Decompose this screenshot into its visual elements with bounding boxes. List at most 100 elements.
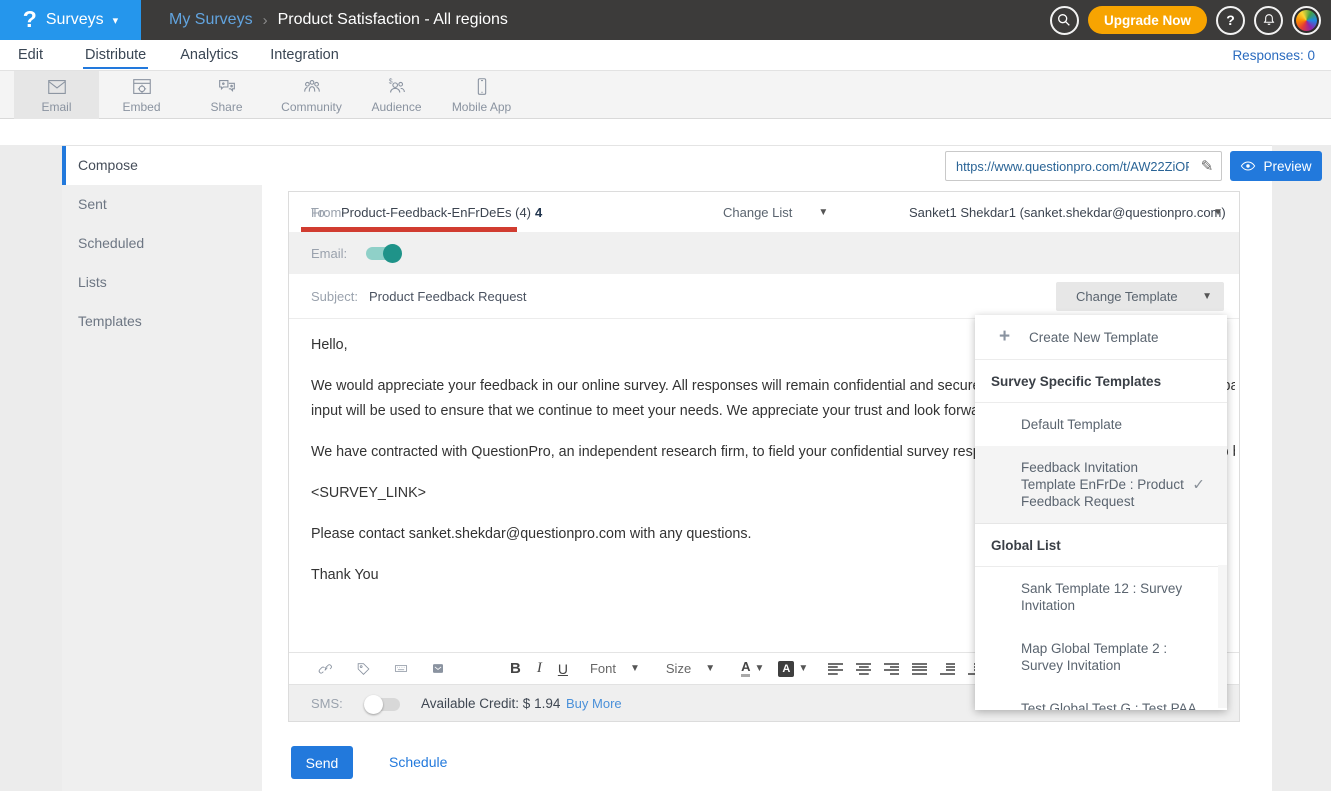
bold-button[interactable]: B — [510, 660, 521, 677]
schedule-link[interactable]: Schedule — [389, 754, 447, 770]
buy-more-link[interactable]: Buy More — [566, 696, 622, 711]
envelope-icon — [45, 76, 69, 98]
subject-input[interactable]: Product Feedback Request — [369, 289, 527, 304]
bell-icon — [1261, 12, 1277, 28]
product-switcher[interactable]: ? Surveys ▾ — [0, 0, 141, 40]
align-center-button[interactable] — [856, 663, 871, 675]
chevron-down-icon: ▼ — [754, 663, 764, 674]
text-color-picker[interactable]: A ▼ — [741, 660, 764, 677]
text-color-icon: A — [741, 660, 750, 677]
sms-toggle[interactable] — [366, 698, 400, 711]
channel-tab-label: Share — [210, 100, 242, 114]
menu-item-map-global-template-2[interactable]: Map Global Template 2 : Survey Invitatio… — [975, 627, 1227, 687]
sidebar-item-scheduled[interactable]: Scheduled — [62, 224, 262, 263]
channel-tab-label: Embed — [122, 100, 160, 114]
indent-button[interactable] — [940, 663, 955, 675]
search-icon — [1056, 12, 1072, 28]
upgrade-now-button[interactable]: Upgrade Now — [1088, 6, 1207, 34]
chevron-down-icon: ▼ — [818, 207, 828, 218]
product-label: Surveys — [46, 11, 104, 29]
send-button[interactable]: Send — [291, 746, 353, 779]
survey-url-input[interactable] — [946, 159, 1193, 174]
insert-image-button[interactable] — [430, 661, 446, 676]
email-toggle-row: Email: — [289, 232, 1239, 274]
tag-icon — [355, 661, 372, 677]
menu-item-default-template[interactable]: Default Template — [975, 403, 1227, 446]
sms-toggle-label: SMS: — [311, 696, 343, 711]
keyboard-button[interactable] — [392, 661, 410, 676]
notifications-button[interactable] — [1254, 6, 1283, 35]
channel-tabs: Email Embed Share Community $ Audience M… — [14, 71, 524, 119]
from-sender-value[interactable]: Sanket1 Shekdar1 (sanket.shekdar@questio… — [909, 205, 1226, 220]
change-template-menu: + Create New Template Survey Specific Te… — [975, 315, 1227, 710]
menu-section-survey-specific: Survey Specific Templates — [975, 360, 1227, 403]
channel-tab-community[interactable]: Community — [269, 71, 354, 119]
sidebar-item-compose[interactable]: Compose — [62, 146, 262, 185]
distribute-toolbar: Email Embed Share Community $ Audience M… — [0, 71, 1331, 119]
italic-button[interactable]: I — [537, 660, 542, 677]
font-size-select[interactable]: Size ▼ — [666, 661, 715, 676]
chevron-down-icon[interactable]: ▼ — [1213, 207, 1223, 218]
channel-tab-email[interactable]: Email — [14, 71, 99, 119]
change-template-button[interactable]: Change Template ▼ — [1056, 282, 1224, 311]
font-family-select[interactable]: Font ▼ — [590, 661, 640, 676]
highlight-color-picker[interactable]: A ▼ — [778, 661, 808, 677]
question-mark-icon: ? — [1226, 12, 1235, 28]
align-right-button[interactable] — [884, 663, 899, 675]
link-icon — [317, 661, 335, 677]
channel-tab-label: Community — [281, 100, 342, 114]
align-justify-button[interactable] — [912, 663, 927, 675]
sidebar-item-templates[interactable]: Templates — [62, 302, 262, 341]
spacer-band — [0, 119, 1331, 145]
merge-tag-button[interactable] — [355, 661, 372, 677]
create-new-template-label: Create New Template — [1029, 330, 1159, 345]
size-label: Size — [666, 661, 691, 676]
survey-nav: Edit Distribute Analytics Integration Re… — [0, 40, 1331, 71]
insert-link-button[interactable] — [317, 661, 335, 677]
menu-item-test-global-test-g[interactable]: Test Global Test G : Test PAA G — [975, 687, 1227, 710]
highlight-color-icon: A — [778, 661, 794, 677]
survey-url-box: ✎ — [945, 151, 1222, 181]
menu-item-feedback-invitation-template[interactable]: Feedback Invitation Template EnFrDe : Pr… — [975, 446, 1227, 524]
keyboard-icon — [392, 661, 410, 676]
sidebar-item-sent[interactable]: Sent — [62, 185, 262, 224]
channel-tab-mobile-app[interactable]: Mobile App — [439, 71, 524, 119]
change-list-label: Change List — [723, 205, 792, 220]
tab-edit[interactable]: Edit — [16, 47, 45, 63]
menu-item-sank-template-12[interactable]: Sank Template 12 : Survey Invitation — [975, 567, 1227, 627]
change-list-dropdown[interactable]: Change List ▼ — [723, 205, 828, 220]
email-toggle[interactable] — [366, 247, 400, 260]
subject-label: Subject: — [311, 289, 358, 304]
channel-tab-embed[interactable]: Embed — [99, 71, 184, 119]
tab-analytics[interactable]: Analytics — [178, 47, 240, 63]
search-button[interactable] — [1050, 6, 1079, 35]
channel-tab-share[interactable]: Share — [184, 71, 269, 119]
channel-tab-label: Audience — [371, 100, 421, 114]
edit-url-pencil-icon[interactable]: ✎ — [1193, 157, 1221, 175]
preview-button[interactable]: Preview — [1230, 151, 1322, 181]
preview-label: Preview — [1263, 159, 1311, 174]
menu-section-global-list: Global List — [975, 524, 1227, 567]
available-credit: Available Credit: $ 1.94 — [421, 696, 560, 711]
underline-button[interactable]: U — [558, 661, 568, 677]
align-left-button[interactable] — [828, 663, 843, 675]
breadcrumb: My Surveys › Product Satisfaction - All … — [169, 11, 508, 29]
recipient-row: To: Product-Feedback-EnFrDeEs (4)4 Chang… — [289, 192, 1239, 232]
svg-text:$: $ — [388, 78, 392, 85]
channel-tab-audience[interactable]: $ Audience — [354, 71, 439, 119]
email-sidebar: Compose Sent Scheduled Lists Templates — [62, 146, 262, 791]
sidebar-item-lists[interactable]: Lists — [62, 263, 262, 302]
embed-icon — [130, 76, 154, 98]
menu-scrollbar-track[interactable] — [1218, 565, 1227, 708]
recipient-list-value[interactable]: Product-Feedback-EnFrDeEs (4)4 — [341, 205, 542, 220]
account-menu-button[interactable] — [1292, 6, 1321, 35]
help-button[interactable]: ? — [1216, 6, 1245, 35]
tab-integration[interactable]: Integration — [268, 47, 341, 63]
image-mail-icon — [430, 661, 446, 676]
toggle-knob — [383, 244, 402, 263]
toggle-knob — [364, 695, 383, 714]
share-chat-icon — [215, 76, 239, 98]
tab-distribute[interactable]: Distribute — [83, 47, 148, 63]
menu-item-create-new-template[interactable]: + Create New Template — [975, 315, 1227, 360]
breadcrumb-my-surveys[interactable]: My Surveys — [169, 11, 253, 29]
